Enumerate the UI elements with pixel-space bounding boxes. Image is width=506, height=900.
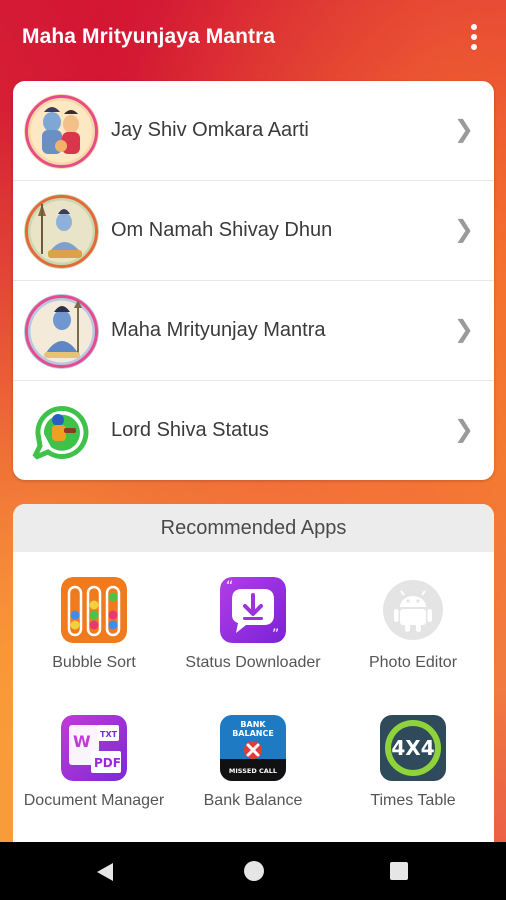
app-title: Maha Mrityunjaya Mantra — [22, 25, 276, 48]
system-nav-bar — [0, 842, 506, 900]
list-item-label: Jay Shiv Omkara Aarti — [111, 119, 309, 141]
mantra-list: Jay Shiv Omkara Aarti ❯ Om Namah Shivay … — [13, 81, 494, 480]
svg-text:“: “ — [226, 579, 233, 595]
status-downloader-icon: “ ” — [220, 577, 286, 643]
times-table-icon-text: 4X4 — [391, 736, 434, 760]
home-circle-icon[interactable] — [244, 861, 264, 881]
shiva-family-image — [24, 94, 99, 169]
app-label: Photo Editor — [368, 654, 458, 671]
svg-text:TXT: TXT — [100, 730, 118, 739]
svg-text:PDF: PDF — [94, 756, 121, 770]
shiva-meditating-image — [24, 194, 99, 269]
app-tile-times-table[interactable]: 4X4 Times Table — [333, 715, 493, 835]
whatsapp-status-image — [24, 394, 99, 469]
list-item-label: Maha Mrityunjay Mantra — [111, 319, 326, 341]
list-item-lord-shiva-status[interactable]: Lord Shiva Status ❯ — [13, 381, 494, 480]
chevron-right-icon: ❯ — [453, 115, 474, 143]
chevron-right-icon: ❯ — [453, 215, 474, 243]
bank-icon-text-2: BALANCE — [232, 729, 274, 738]
app-label: Status Downloader — [185, 654, 321, 671]
svg-text:”: ” — [272, 627, 279, 643]
android-placeholder-icon — [380, 577, 446, 643]
document-manager-icon: W TXT PDF — [61, 715, 127, 781]
shiva-blue-image — [24, 294, 99, 369]
recommended-apps-header: Recommended Apps — [13, 504, 494, 552]
list-item-label: Om Namah Shivay Dhun — [111, 219, 333, 241]
app-tile-bank-balance[interactable]: BANK BALANCE MISSED CALL Bank Balance — [173, 715, 333, 835]
bubble-sort-icon — [61, 577, 127, 643]
list-item-label: Lord Shiva Status — [111, 419, 269, 441]
recommended-apps-card: Recommended Apps Bubble Sort “ ” Status … — [13, 504, 494, 844]
back-triangle-icon[interactable] — [96, 862, 114, 887]
app-label: Bubble Sort — [52, 654, 136, 671]
app-bar: Maha Mrityunjaya Mantra — [0, 0, 506, 74]
svg-text:W: W — [73, 732, 91, 751]
app-tile-document-manager[interactable]: W TXT PDF Document Manager — [14, 715, 174, 835]
more-vertical-icon[interactable] — [468, 24, 480, 50]
app-tile-photo-editor[interactable]: Photo Editor — [333, 577, 493, 697]
times-table-icon: 4X4 — [380, 715, 446, 781]
recommended-apps-title: Recommended Apps — [160, 516, 347, 539]
bank-icon-text-1: BANK — [240, 720, 266, 729]
app-label: Document Manager — [23, 792, 165, 809]
list-item-maha-mrityunjay-mantra[interactable]: Maha Mrityunjay Mantra ❯ — [13, 281, 494, 381]
app-label: Bank Balance — [203, 792, 303, 809]
bank-icon-text-3: MISSED CALL — [229, 767, 277, 775]
recents-square-icon[interactable] — [390, 862, 408, 880]
chevron-right-icon: ❯ — [453, 315, 474, 343]
list-item-om-namah-shivay-dhun[interactable]: Om Namah Shivay Dhun ❯ — [13, 181, 494, 281]
app-tile-status-downloader[interactable]: “ ” Status Downloader — [173, 577, 333, 697]
bank-balance-icon: BANK BALANCE MISSED CALL — [220, 715, 286, 781]
app-tile-bubble-sort[interactable]: Bubble Sort — [14, 577, 174, 697]
list-item-jay-shiv-omkara-aarti[interactable]: Jay Shiv Omkara Aarti ❯ — [13, 81, 494, 181]
chevron-right-icon: ❯ — [453, 415, 474, 443]
app-label: Times Table — [370, 792, 456, 809]
